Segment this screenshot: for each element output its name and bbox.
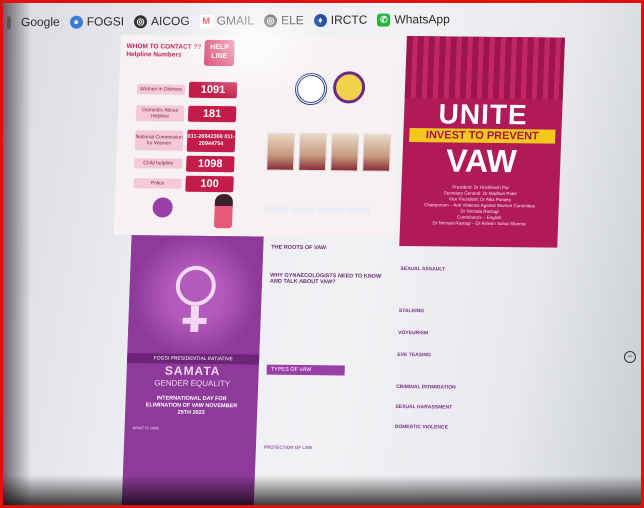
social-twitter-icon: [318, 207, 343, 214]
globe-icon: ●: [69, 15, 83, 29]
bookmark-label: IRCTC: [330, 12, 368, 27]
left-shadow: [3, 3, 31, 505]
document-page: WHOM TO CONTACT ?? Helpline Numbers HELP…: [103, 35, 582, 505]
globe-icon: ◎: [264, 13, 278, 27]
helpline-poster: WHOM TO CONTACT ?? Helpline Numbers HELP…: [113, 35, 401, 238]
helpline-number: 011-26942369 011-26944754: [186, 129, 236, 153]
zoom-out-icon[interactable]: −: [624, 351, 636, 363]
protection-heading: PROTECTION OF LAW: [263, 444, 313, 451]
law-column: SEXUAL ASSAULT STALKING VOYEURISM EVE TE…: [394, 266, 540, 432]
helpline-row: Domestic Abuse Helpline 181: [135, 105, 237, 123]
helpline-row: Police 100: [133, 175, 234, 193]
types-text: [264, 375, 379, 446]
law-text: [398, 337, 538, 348]
social-youtube-icon: [345, 207, 370, 214]
bookmark-label: AICOG: [151, 13, 190, 29]
article-column: THE ROOTS OF VAW WHY GYNAECOLOGISTS NEED…: [261, 245, 383, 505]
samata-logo-small: [152, 197, 174, 218]
social-links: [264, 206, 370, 214]
credit-line: Dr Nirmala Rastogi – Dr Ashwin Sahai Sha…: [432, 220, 526, 227]
fogsi-logo: [294, 72, 328, 106]
social-facebook-icon: [264, 206, 289, 213]
who-to-contact-heading: WHOM TO CONTACT ?? Helpline Numbers: [126, 43, 202, 59]
helpline-number: 1091: [188, 81, 238, 99]
poster-credits: President: Dr Hrishikesh Pai Secretary G…: [408, 184, 551, 227]
poster-headline-vaw: VAW: [445, 142, 518, 180]
irctc-icon: ♦: [313, 13, 327, 27]
why-heading: WHY GYNAECOLOGISTS NEED TO KNOW AND TALK…: [269, 272, 382, 286]
helpline-label: Domestic Abuse Helpline: [135, 105, 185, 122]
helpline-label: Child helpline: [134, 158, 183, 169]
helpline-row: National Commission for Women 011-269423…: [134, 129, 236, 153]
samata-subtitle: GENDER EQUALITY: [154, 378, 231, 389]
helpline-row: Child helpline 1098: [134, 155, 235, 173]
law-text: [396, 391, 536, 400]
bookmark-ele[interactable]: ◎ ELE: [264, 13, 304, 27]
helpline-badge: HELP LINE: [203, 39, 235, 67]
raised-fists-illustration: [404, 35, 565, 100]
samata-logo: [332, 71, 366, 104]
helpline-label: Police: [133, 178, 182, 189]
helpline-label: National Commission for Women: [134, 130, 184, 151]
bookmark-gmail[interactable]: M GMAIL: [199, 13, 255, 28]
bookmark-label: ELE: [281, 13, 304, 28]
officer-photo: [362, 133, 392, 172]
samata-title: SAMATA: [164, 363, 221, 379]
bookmarks-bar: Google ● FOGSI ◎ AICOG M GMAIL ◎ ELE ♦ IRCTC …: [3, 5, 641, 35]
bookmark-irctc[interactable]: ♦ IRCTC: [313, 12, 368, 27]
helpline-number: 100: [185, 175, 234, 193]
law-text: [399, 273, 540, 304]
whatsapp-icon: ✆: [377, 13, 391, 27]
helpline-number: 181: [187, 105, 237, 123]
international-day-text: INTERNATIONAL DAY FOR ELIMINATION OF VAW…: [145, 395, 238, 417]
helpline-number: 1098: [185, 155, 235, 173]
girl-illustration: [213, 194, 234, 229]
bookmark-whatsapp[interactable]: ✆ WhatsApp: [377, 12, 450, 27]
officer-photos: [266, 132, 392, 172]
officer-photo: [330, 133, 360, 172]
social-instagram-icon: [291, 206, 316, 214]
officer-photo: [298, 132, 328, 172]
bottom-shadow: [3, 475, 641, 505]
venus-bar: [182, 317, 207, 324]
globe-icon: ◎: [134, 14, 148, 28]
samata-poster: FOGSI PRESIDENTIAL INITIATIVE SAMATA GEN…: [121, 235, 264, 505]
law-text: [395, 411, 535, 420]
poster-headline: UNITE: [438, 98, 529, 131]
law-text: [398, 315, 538, 326]
bookmark-fogsi[interactable]: ● FOGSI: [69, 14, 125, 29]
what-is-vaw-heading: WHAT IS VAW...: [132, 425, 162, 431]
law-text: [396, 359, 537, 380]
bookmark-label: WhatsApp: [394, 12, 450, 27]
bookmark-label: GMAIL: [216, 13, 255, 28]
helpline-row: Women in Distress 1091: [136, 81, 238, 99]
unite-poster: UNITE INVEST TO PREVENT VAW President: D…: [399, 35, 565, 248]
gmail-icon: M: [199, 14, 213, 28]
poster-band: INVEST TO PREVENT: [409, 128, 556, 144]
bookmark-aicog[interactable]: ◎ AICOG: [134, 14, 190, 28]
helpline-label: Women in Distress: [136, 84, 186, 95]
roots-text: [270, 251, 383, 274]
law-heading: DOMESTIC VIOLENCE: [394, 423, 449, 431]
officer-photo: [266, 132, 296, 171]
photo-frame: Google ● FOGSI ◎ AICOG M GMAIL ◎ ELE ♦ IRCTC …: [0, 0, 644, 508]
why-text: [267, 285, 382, 360]
bookmark-label: FOGSI: [86, 14, 125, 29]
